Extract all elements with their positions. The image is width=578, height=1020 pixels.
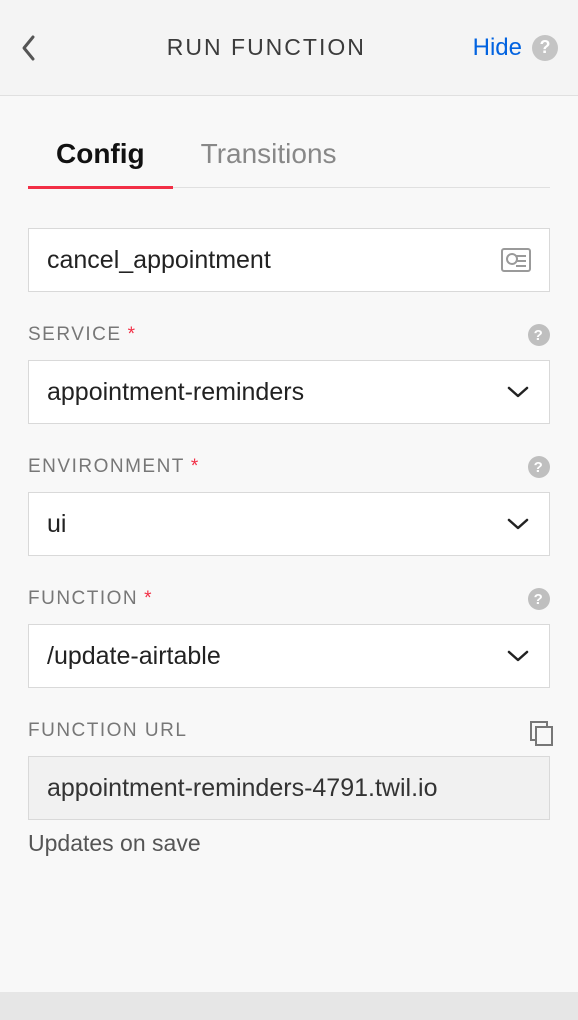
function-url-input: appointment-reminders-4791.twil.io: [28, 756, 550, 820]
page-title: RUN FUNCTION: [60, 34, 473, 61]
footer-bar: [0, 992, 578, 1020]
service-field-block: SERVICE * ? appointment-reminders: [28, 324, 550, 424]
back-button[interactable]: [20, 34, 60, 62]
help-icon[interactable]: ?: [532, 35, 558, 61]
function-select[interactable]: /update-airtable: [28, 624, 550, 688]
tab-transitions[interactable]: Transitions: [173, 126, 365, 189]
name-value: cancel_appointment: [47, 246, 501, 275]
function-url-label-row: FUNCTION URL: [28, 720, 550, 742]
environment-field-block: ENVIRONMENT * ? ui: [28, 456, 550, 556]
chevron-down-icon: [505, 511, 531, 537]
function-url-value: appointment-reminders-4791.twil.io: [47, 774, 531, 803]
help-icon[interactable]: ?: [528, 324, 550, 346]
service-label: SERVICE: [28, 324, 122, 346]
function-label-row: FUNCTION * ?: [28, 588, 550, 610]
environment-label-row: ENVIRONMENT * ?: [28, 456, 550, 478]
service-select[interactable]: appointment-reminders: [28, 360, 550, 424]
required-marker: *: [144, 588, 153, 610]
function-value: /update-airtable: [47, 642, 505, 671]
tabs: Config Transitions: [28, 126, 550, 188]
copy-icon[interactable]: [530, 721, 550, 741]
required-marker: *: [128, 324, 137, 346]
chevron-left-icon: [20, 34, 36, 62]
header: RUN FUNCTION Hide ?: [0, 0, 578, 96]
name-input[interactable]: cancel_appointment: [28, 228, 550, 292]
environment-select[interactable]: ui: [28, 492, 550, 556]
function-field-block: FUNCTION * ? /update-airtable: [28, 588, 550, 688]
function-url-field-block: FUNCTION URL appointment-reminders-4791.…: [28, 720, 550, 857]
function-url-label: FUNCTION URL: [28, 720, 187, 742]
function-label: FUNCTION: [28, 588, 138, 610]
help-icon[interactable]: ?: [528, 588, 550, 610]
required-marker: *: [191, 456, 200, 478]
service-label-row: SERVICE * ?: [28, 324, 550, 346]
function-url-hint: Updates on save: [28, 830, 550, 857]
chevron-down-icon: [505, 643, 531, 669]
help-icon[interactable]: ?: [528, 456, 550, 478]
chevron-down-icon: [505, 379, 531, 405]
environment-value: ui: [47, 510, 505, 539]
content: cancel_appointment SERVICE * ? appointme…: [0, 188, 578, 857]
environment-label: ENVIRONMENT: [28, 456, 185, 478]
id-card-icon: [501, 248, 531, 272]
name-field-block: cancel_appointment: [28, 228, 550, 292]
hide-link[interactable]: Hide: [473, 34, 522, 62]
service-value: appointment-reminders: [47, 378, 505, 407]
header-actions: Hide ?: [473, 34, 558, 62]
tab-config[interactable]: Config: [28, 126, 173, 189]
